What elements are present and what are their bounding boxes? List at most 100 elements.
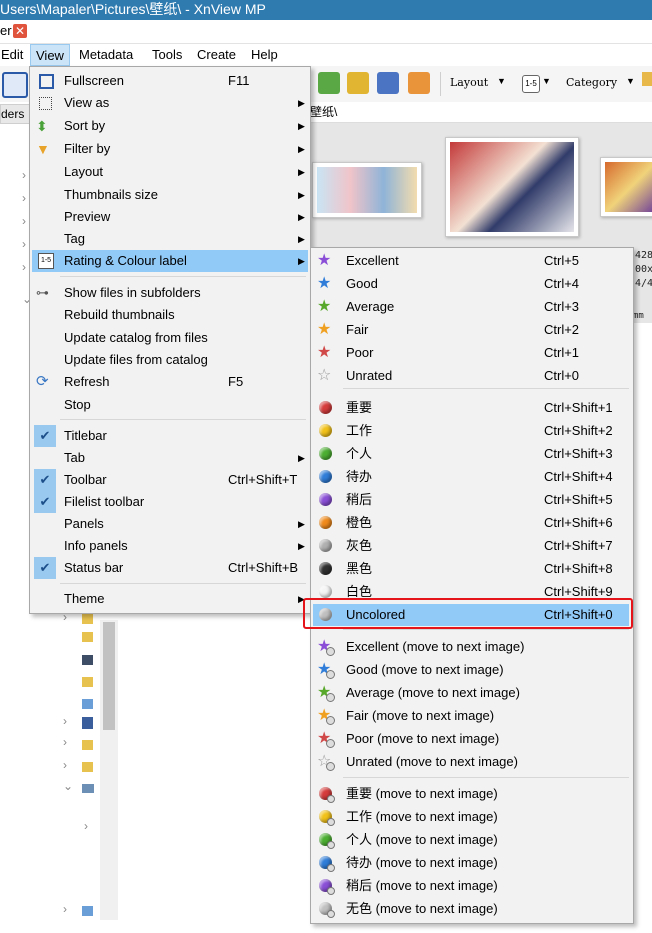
close-icon[interactable]: ✕ xyxy=(13,24,27,38)
menu-item[interactable]: 待办 Ctrl+Shift+4 xyxy=(313,466,629,488)
menu-item-refresh[interactable]: ⟳ Refresh F5 xyxy=(32,371,308,393)
colour-dot-next-icon xyxy=(319,833,335,849)
chevron-right-icon[interactable]: › xyxy=(22,237,26,251)
chevron-down-icon[interactable]: ▼ xyxy=(497,76,506,86)
menu-item-show-subfolders[interactable]: ⊶ Show files in subfolders xyxy=(32,282,308,304)
menu-item[interactable]: ★ Average (move to next image) xyxy=(313,682,629,704)
menu-create[interactable]: Create xyxy=(192,44,241,66)
address-bar[interactable]: 壁纸\ xyxy=(310,102,652,123)
menu-item[interactable]: 黑色 Ctrl+Shift+8 xyxy=(313,558,629,580)
folder-icon[interactable] xyxy=(642,72,652,86)
chevron-right-icon[interactable]: › xyxy=(63,902,67,916)
menu-item-update-files[interactable]: Update files from catalog xyxy=(32,349,308,371)
star-icon: ★ xyxy=(317,252,332,269)
menu-item-stop[interactable]: Stop xyxy=(32,394,308,416)
menu-item[interactable]: ★ Poor Ctrl+1 xyxy=(313,342,629,364)
menu-item-thumbnails-size[interactable]: Thumbnails size ▶ xyxy=(32,184,308,206)
fullscreen-icon[interactable] xyxy=(2,72,28,98)
menu-item[interactable]: 工作 (move to next image) xyxy=(313,806,629,828)
menu-item[interactable]: 无色 (move to next image) xyxy=(313,898,629,920)
thumbnail[interactable] xyxy=(445,137,579,237)
menu-item[interactable]: ★ Excellent Ctrl+5 xyxy=(313,250,629,272)
menu-item-tab[interactable]: Tab ▶ xyxy=(32,447,308,469)
chevron-right-icon: ▶ xyxy=(298,98,305,108)
menu-item-rating-colour-label[interactable]: 1-5 Rating & Colour label ▶ xyxy=(32,250,308,272)
menu-item[interactable]: ★ Excellent (move to next image) xyxy=(313,636,629,658)
menu-edit[interactable]: Edit xyxy=(0,44,28,66)
menu-item[interactable]: ★ Good Ctrl+4 xyxy=(313,273,629,295)
star-next-icon: ☆ xyxy=(317,751,336,773)
camera-icon[interactable] xyxy=(377,72,399,94)
menu-item[interactable]: ★ Fair Ctrl+2 xyxy=(313,319,629,341)
star-next-icon: ★ xyxy=(317,682,336,704)
menu-item-view-as[interactable]: View as ▶ xyxy=(32,92,308,114)
menu-item[interactable]: ★ Average Ctrl+3 xyxy=(313,296,629,318)
folders-tab[interactable]: ders xyxy=(0,104,30,124)
chevron-right-icon[interactable]: › xyxy=(22,191,26,205)
menu-item-fullscreen[interactable]: Fullscreen F11 xyxy=(32,70,308,92)
sort-order-icon[interactable]: 1-5 xyxy=(522,75,540,93)
chevron-right-icon: ▶ xyxy=(298,256,305,266)
tab-label[interactable]: er xyxy=(0,23,12,38)
menu-item[interactable]: ☆ Unrated Ctrl+0 xyxy=(313,365,629,387)
menu-item[interactable]: 重要 Ctrl+Shift+1 xyxy=(313,397,629,419)
thumbnail[interactable] xyxy=(600,157,652,217)
menu-item-info-panels[interactable]: Info panels ▶ xyxy=(32,535,308,557)
menu-item[interactable]: 灰色 Ctrl+Shift+7 xyxy=(313,535,629,557)
menu-item[interactable]: 待办 (move to next image) xyxy=(313,852,629,874)
menu-item[interactable]: 工作 Ctrl+Shift+2 xyxy=(313,420,629,442)
menu-item-preview[interactable]: Preview ▶ xyxy=(32,206,308,228)
menu-item-rebuild-thumbnails[interactable]: Rebuild thumbnails xyxy=(32,304,308,326)
menu-item-panels[interactable]: Panels ▶ xyxy=(32,513,308,535)
menu-item[interactable]: 个人 Ctrl+Shift+3 xyxy=(313,443,629,465)
layout-label[interactable]: Layout xyxy=(450,76,488,89)
chevron-down-icon[interactable]: ▼ xyxy=(542,76,551,86)
menu-item[interactable]: ★ Poor (move to next image) xyxy=(313,728,629,750)
chevron-right-icon[interactable]: › xyxy=(63,758,67,772)
menu-item-label: Average xyxy=(346,299,395,314)
chevron-right-icon[interactable]: › xyxy=(63,735,67,749)
menu-item-update-catalog[interactable]: Update catalog from files xyxy=(32,327,308,349)
chevron-down-icon[interactable]: ▼ xyxy=(626,76,635,86)
copy-icon[interactable] xyxy=(347,72,369,94)
menu-item-toolbar[interactable]: ✔ Toolbar Ctrl+Shift+T xyxy=(32,469,308,491)
menu-item-shortcut: Ctrl+5 xyxy=(544,253,580,268)
folder-icon xyxy=(82,717,93,729)
menu-item[interactable]: 橙色 Ctrl+Shift+6 xyxy=(313,512,629,534)
colour-dot-next-icon xyxy=(319,787,335,803)
chevron-right-icon[interactable]: › xyxy=(22,168,26,182)
checkmark-icon: ✔ xyxy=(34,557,56,579)
menu-item[interactable]: 稍后 (move to next image) xyxy=(313,875,629,897)
tree-scrollbar-thumb[interactable] xyxy=(103,622,115,730)
menu-item[interactable]: ☆ Unrated (move to next image) xyxy=(313,751,629,773)
menu-metadata[interactable]: Metadata xyxy=(74,44,138,66)
sort-icon: ⬍ xyxy=(36,118,48,134)
menu-item[interactable]: 稍后 Ctrl+Shift+5 xyxy=(313,489,629,511)
menu-item-shortcut: Ctrl+4 xyxy=(544,276,580,291)
chevron-right-icon[interactable]: › xyxy=(63,714,67,728)
category-label[interactable]: Category xyxy=(566,76,617,89)
menu-item[interactable]: ★ Good (move to next image) xyxy=(313,659,629,681)
move-icon[interactable] xyxy=(318,72,340,94)
menu-item-theme[interactable]: Theme ▶ xyxy=(32,588,308,610)
chevron-right-icon[interactable]: › xyxy=(22,214,26,228)
menu-item[interactable]: 重要 (move to next image) xyxy=(313,783,629,805)
chevron-right-icon[interactable]: › xyxy=(22,260,26,274)
menu-item-sort-by[interactable]: ⬍ Sort by ▶ xyxy=(32,115,308,137)
menu-item-tag[interactable]: Tag ▶ xyxy=(32,228,308,250)
menu-item[interactable]: ★ Fair (move to next image) xyxy=(313,705,629,727)
chevron-right-icon[interactable]: › xyxy=(84,819,88,833)
menu-item-titlebar[interactable]: ✔ Titlebar xyxy=(32,425,308,447)
thumbnail[interactable] xyxy=(312,162,422,218)
menu-item-filter-by[interactable]: ▼ Filter by ▶ xyxy=(32,138,308,160)
export-icon[interactable] xyxy=(408,72,430,94)
menu-view[interactable]: View xyxy=(30,44,70,66)
menu-item-layout[interactable]: Layout ▶ xyxy=(32,161,308,183)
checkmark-icon: ✔ xyxy=(34,491,56,513)
menu-tools[interactable]: Tools xyxy=(147,44,187,66)
menu-item[interactable]: 个人 (move to next image) xyxy=(313,829,629,851)
menu-help[interactable]: Help xyxy=(246,44,283,66)
menu-item-status-bar[interactable]: ✔ Status bar Ctrl+Shift+B xyxy=(32,557,308,579)
chevron-down-icon[interactable]: ⌄ xyxy=(63,779,73,793)
menu-item-filelist-toolbar[interactable]: ✔ Filelist toolbar xyxy=(32,491,308,513)
